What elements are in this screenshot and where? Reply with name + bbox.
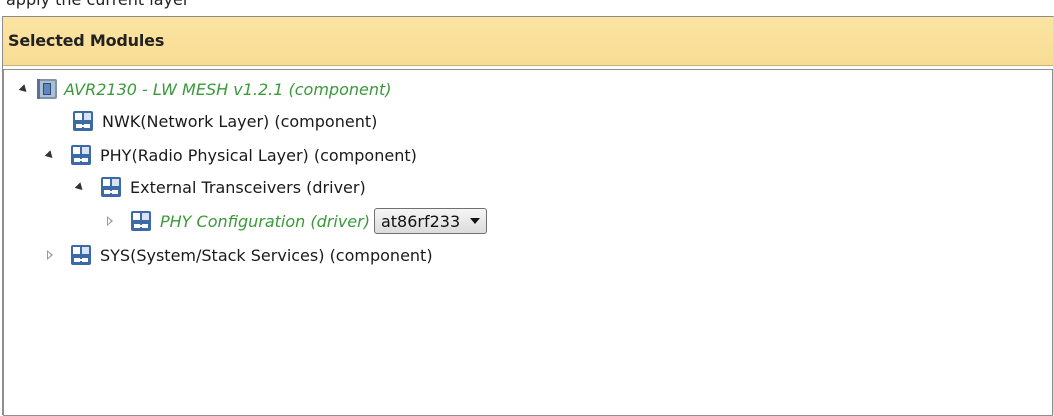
expand-arrow-icon[interactable] [44,241,56,269]
collapse-arrow-icon[interactable] [18,75,30,103]
tree-node-label: NWK(Network Layer) (component) [102,111,378,131]
module-icon [70,244,92,266]
panel-header: Selected Modules [3,17,1053,66]
tree-node-nwk[interactable]: NWK(Network Layer) (component) [72,107,377,135]
chevron-down-icon [470,218,481,224]
tree-node-phy-configuration[interactable]: PHY Configuration (driver) at86rf233 [104,207,488,235]
tree-node-label: PHY(Radio Physical Layer) (component) [100,145,417,165]
tree-node-label: External Transceivers (driver) [130,177,366,197]
tree-node-phy[interactable]: PHY(Radio Physical Layer) (component) [44,141,417,169]
tree-node-label: SYS(System/Stack Services) (component) [100,245,433,265]
tree-node-avr2130[interactable]: AVR2130 - LW MESH v1.2.1 (component) [18,75,392,103]
select-value: at86rf233 [380,211,461,231]
panel-title: Selected Modules [8,31,165,50]
module-icon [72,110,94,132]
tree-node-external-transceivers[interactable]: External Transceivers (driver) [74,173,366,201]
selected-modules-panel: Selected Modules AVR2130 - LW MESH v1.2.… [2,16,1054,416]
top-strip-text: apply the current layer [6,0,189,9]
collapse-arrow-icon[interactable] [74,173,86,201]
tree-node-sys[interactable]: SYS(System/Stack Services) (component) [44,241,433,269]
expand-arrow-icon[interactable] [104,207,116,235]
module-icon [100,176,122,198]
module-tree: AVR2130 - LW MESH v1.2.1 (component) NWK… [3,69,1053,416]
tree-node-label: AVR2130 - LW MESH v1.2.1 (component) [64,79,392,99]
module-icon [130,210,152,232]
top-strip: apply the current layer [0,0,1054,16]
phy-configuration-select[interactable]: at86rf233 [373,208,488,234]
board-chip-icon [36,78,58,100]
tree-node-label: PHY Configuration (driver) [160,211,370,231]
collapse-arrow-icon[interactable] [44,141,56,169]
module-icon [70,144,92,166]
